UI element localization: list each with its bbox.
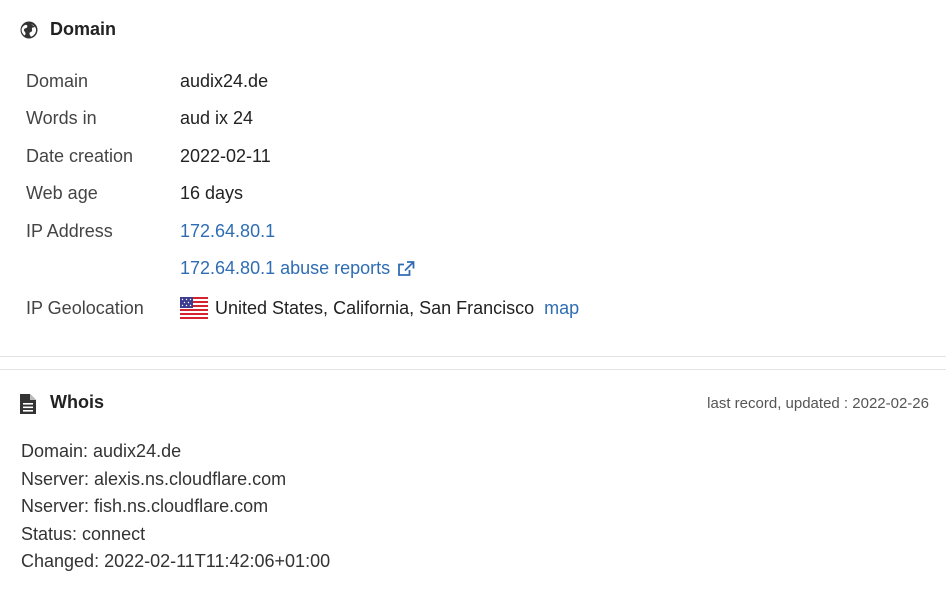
ip-geolocation-row: IP Geolocation United States, California… bbox=[26, 297, 579, 319]
whois-section-title: Whois bbox=[50, 392, 104, 412]
ip-geolocation-label: IP Geolocation bbox=[26, 297, 144, 318]
globe-icon bbox=[20, 21, 38, 39]
ip-geolocation-value-group: United States, California, San Francisco… bbox=[180, 297, 579, 319]
words-in-label: Words in bbox=[26, 108, 97, 128]
web-age-value: 16 days bbox=[180, 183, 244, 203]
external-link-icon bbox=[397, 260, 415, 277]
section-divider bbox=[0, 356, 946, 370]
abuse-reports-row: 172.64.80.1 abuse reports bbox=[26, 258, 415, 279]
whois-updated-text: last record, updated : 2022-02-26 bbox=[707, 395, 929, 412]
date-creation-row: Date creation 2022-02-11 bbox=[26, 146, 271, 167]
whois-record: Domain: audix24.de Nserver: alexis.ns.cl… bbox=[21, 438, 330, 576]
ip-address-row: IP Address 172.64.80.1 bbox=[26, 221, 275, 242]
web-age-label: Web age bbox=[26, 183, 98, 203]
date-creation-label: Date creation bbox=[26, 146, 134, 166]
abuse-reports-link[interactable]: 172.64.80.1 abuse reports bbox=[180, 258, 415, 279]
abuse-reports-label: 172.64.80.1 abuse reports bbox=[180, 258, 391, 278]
domain-panel: Domain Domain audix24.de Words in aud ix… bbox=[0, 0, 946, 356]
whois-panel: Whois last record, updated : 2022-02-26 … bbox=[0, 370, 946, 590]
domain-label: Domain bbox=[26, 71, 89, 91]
whois-line-nserver-2: Nserver: fish.ns.cloudflare.com bbox=[21, 496, 269, 517]
whois-line-nserver-1: Nserver: alexis.ns.cloudflare.com bbox=[21, 468, 287, 489]
web-age-row: Web age 16 days bbox=[26, 183, 243, 204]
date-creation-value: 2022-02-11 bbox=[180, 146, 271, 166]
domain-row: Domain audix24.de bbox=[26, 71, 268, 92]
whois-header: Whois bbox=[20, 392, 104, 414]
words-in-row: Words in aud ix 24 bbox=[26, 108, 253, 129]
domain-value: audix24.de bbox=[180, 71, 269, 91]
ip-address-link[interactable]: 172.64.80.1 bbox=[180, 221, 275, 242]
whois-line-domain: Domain: audix24.de bbox=[21, 441, 182, 461]
domain-section-title: Domain bbox=[50, 19, 117, 39]
domain-header: Domain bbox=[20, 19, 116, 40]
whois-line-status: Status: connect bbox=[21, 523, 146, 544]
ip-address-label: IP Address bbox=[26, 221, 113, 241]
whois-line-changed: Changed: 2022-02-11T11:42:06+01:00 bbox=[21, 551, 331, 572]
ip-geolocation-value: United States, California, San Francisco bbox=[215, 297, 535, 318]
map-link[interactable]: map bbox=[544, 298, 579, 319]
words-in-value: aud ix 24 bbox=[180, 108, 254, 128]
document-icon bbox=[20, 393, 38, 414]
us-flag-icon bbox=[180, 297, 208, 319]
